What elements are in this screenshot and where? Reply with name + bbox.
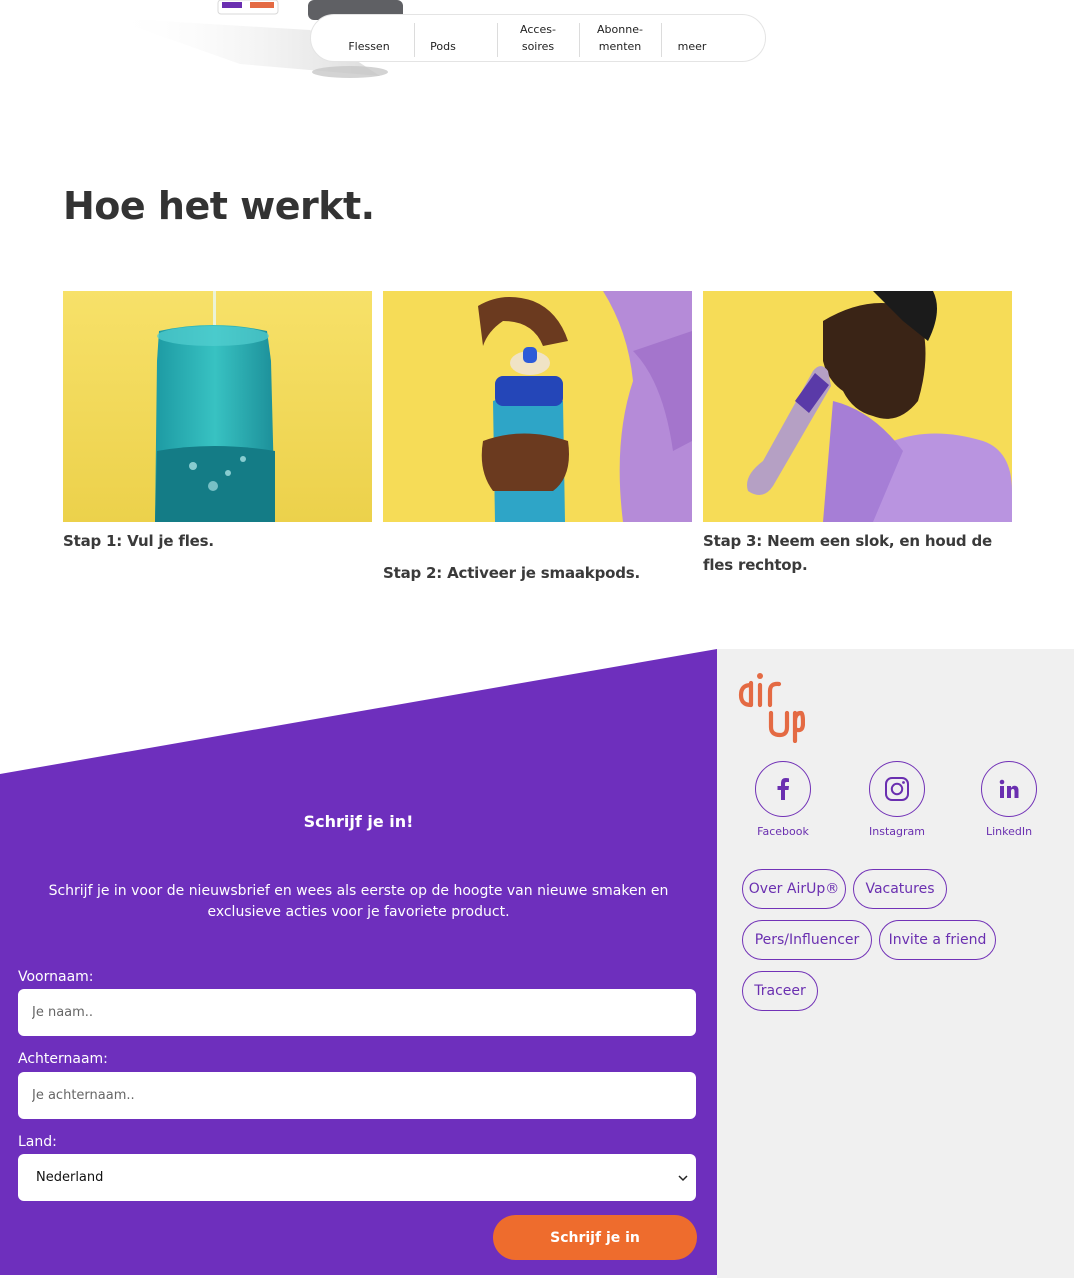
first-name-label: Voornaam: bbox=[18, 969, 94, 985]
social-linkedin[interactable]: LinkedIn bbox=[959, 761, 1059, 838]
newsletter-description: Schrijf je in voor de nieuwsbrief en wee… bbox=[48, 883, 669, 920]
social-facebook[interactable]: Facebook bbox=[733, 761, 833, 838]
instagram-icon bbox=[869, 761, 925, 817]
step-2-image bbox=[383, 291, 692, 522]
country-label: Land: bbox=[18, 1134, 57, 1150]
social-instagram[interactable]: Instagram bbox=[847, 761, 947, 838]
nav-item-accessoires[interactable]: Acces- soires bbox=[498, 15, 578, 61]
subscribe-button[interactable]: Schrijf je in bbox=[493, 1215, 697, 1260]
linkedin-icon bbox=[981, 761, 1037, 817]
nav-item-abonnementen[interactable]: Abonne- menten bbox=[580, 15, 660, 61]
newsletter-title: Schrijf je in! bbox=[303, 812, 414, 831]
step-1-image bbox=[63, 291, 372, 522]
category-nav: Flessen Pods Acces- soires Abonne- mente… bbox=[310, 14, 766, 62]
step-3-caption: Stap 3: Neem een slok, en houd de fles r… bbox=[703, 532, 992, 574]
footer-links-panel bbox=[717, 649, 1074, 1278]
chevron-down-icon bbox=[678, 1174, 688, 1181]
facebook-label: Facebook bbox=[757, 825, 809, 838]
how-it-works-title: Hoe het werkt. bbox=[63, 184, 375, 228]
link-vacatures[interactable]: Vacatures bbox=[853, 869, 947, 909]
facebook-icon bbox=[755, 761, 811, 817]
first-name-input[interactable] bbox=[18, 989, 696, 1036]
country-select-value: Nederland bbox=[36, 1170, 104, 1185]
linkedin-label: LinkedIn bbox=[985, 825, 1033, 838]
link-over-airup[interactable]: Over AirUp® bbox=[742, 869, 846, 909]
country-select[interactable]: Nederland bbox=[18, 1154, 696, 1201]
last-name-input[interactable] bbox=[18, 1072, 696, 1119]
nav-item-flessen[interactable]: Flessen bbox=[333, 15, 405, 61]
link-pers-influencer[interactable]: Pers/Influencer bbox=[742, 920, 872, 960]
nav-item-pods[interactable]: Pods bbox=[415, 15, 471, 61]
link-traceer[interactable]: Traceer bbox=[742, 971, 818, 1011]
airup-logo bbox=[738, 673, 805, 743]
instagram-label: Instagram bbox=[869, 825, 925, 838]
last-name-label: Achternaam: bbox=[18, 1051, 108, 1067]
link-invite-a-friend[interactable]: Invite a friend bbox=[879, 920, 996, 960]
step-2-caption: Stap 2: Activeer je smaakpods. bbox=[383, 564, 640, 582]
step-1-caption: Stap 1: Vul je fles. bbox=[63, 532, 214, 550]
step-3-image bbox=[703, 291, 1012, 522]
nav-item-meer[interactable]: meer bbox=[662, 15, 722, 61]
